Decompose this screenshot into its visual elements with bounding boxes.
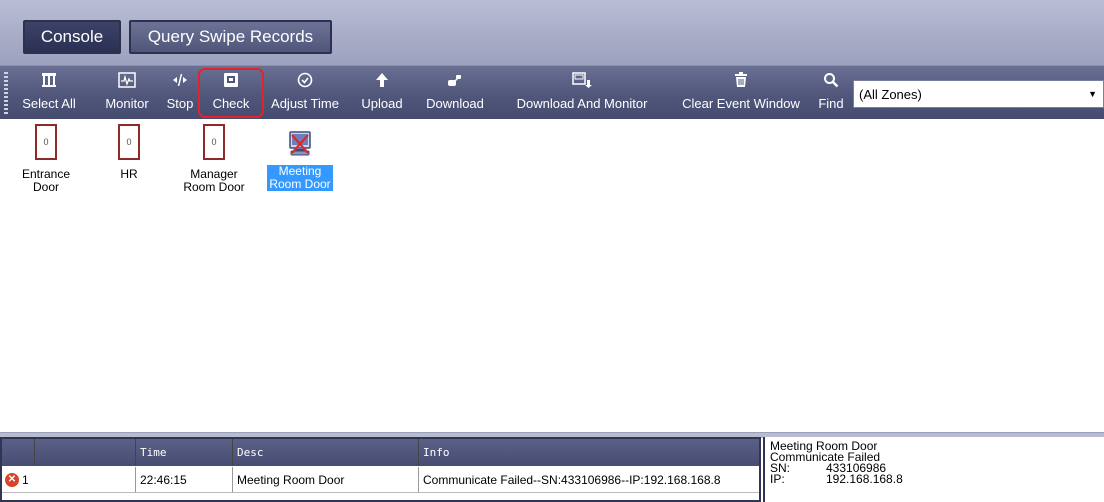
column-header-time[interactable]: Time (136, 439, 233, 466)
tab-query-label: Query Swipe Records (147, 27, 314, 46)
select-all-label: Select All (22, 96, 76, 111)
door-label: Manager Room Door (183, 167, 245, 194)
monitor-icon (118, 66, 136, 94)
upload-label: Upload (361, 96, 403, 111)
column-header-index[interactable] (35, 439, 136, 466)
door-label: HR (120, 167, 138, 181)
check-icon (223, 66, 239, 94)
clear-event-window-button[interactable]: Clear Event Window (670, 66, 812, 120)
stop-button[interactable]: Stop (162, 66, 198, 120)
table-header: Time Desc Info (2, 439, 759, 466)
zone-select[interactable]: (All Zones) ▼ (853, 80, 1104, 108)
door-entrance[interactable]: 0 Entrance Door (20, 124, 72, 194)
clear-event-label: Clear Event Window (682, 96, 800, 111)
event-detail-panel: Meeting Room Door Communicate Failed SN:… (763, 437, 1104, 502)
download-button[interactable]: Download (418, 66, 492, 120)
adjust-time-button[interactable]: Adjust Time (264, 66, 346, 120)
upload-arrow-icon (375, 66, 389, 94)
find-button[interactable]: Find (814, 66, 848, 120)
detail-ip-row: IP: 192.168.168.8 (770, 472, 903, 486)
clock-icon (297, 66, 313, 94)
top-tab-bar: Console Query Swipe Records (0, 0, 1104, 65)
error-icon: ✕ (5, 472, 19, 487)
check-label: Check (212, 96, 250, 111)
upload-button[interactable]: Upload (354, 66, 410, 120)
door-label: Entrance Door (21, 167, 71, 194)
door-icon: 0 (203, 124, 225, 160)
check-button[interactable]: Check (206, 66, 256, 120)
door-hr[interactable]: 0 HR (113, 124, 145, 181)
column-header-desc[interactable]: Desc (233, 439, 419, 466)
table-row[interactable]: ✕ 1 22:46:15 Meeting Room Door Communica… (2, 467, 759, 493)
stop-icon (172, 66, 188, 94)
select-all-button[interactable]: Select All (12, 66, 86, 120)
door-area: 0 EntranceDoor 0 HR 0 ManagerRoom Door (0, 119, 1104, 437)
download-monitor-icon (572, 66, 592, 94)
find-label: Find (818, 96, 844, 111)
disconnected-monitor-icon (285, 129, 315, 159)
column-header-status[interactable] (2, 439, 35, 466)
row-desc-cell: Meeting Room Door (233, 467, 419, 493)
door-meeting-room[interactable]: Meeting Room Door (262, 126, 338, 191)
tab-console-label: Console (40, 27, 104, 46)
monitor-label: Monitor (105, 96, 149, 111)
download-and-monitor-button[interactable]: Download And Monitor (500, 66, 664, 120)
door-icon: 0 (118, 124, 140, 160)
column-header-info[interactable]: Info (419, 439, 759, 466)
door-icon: 0 (35, 124, 57, 160)
tab-query-swipe-records[interactable]: Query Swipe Records (129, 20, 332, 54)
event-table: Time Desc Info ✕ 1 22:46:15 Meeting Room… (0, 437, 761, 502)
adjust-time-label: Adjust Time (271, 96, 339, 111)
detail-sn-row: SN: 433106986 (770, 461, 887, 475)
row-time-cell: 22:46:15 (136, 467, 233, 493)
download-icon (446, 66, 464, 94)
chevron-down-icon: ▼ (1088, 89, 1097, 99)
row-info-cell: Communicate Failed--SN:433106986--IP:192… (419, 467, 759, 493)
stop-label: Stop (166, 96, 194, 111)
zone-select-value: (All Zones) (859, 86, 922, 102)
download-monitor-label: Download And Monitor (516, 96, 648, 111)
toolbar-grip[interactable] (4, 72, 8, 114)
detail-status: Communicate Failed (770, 450, 881, 464)
download-label: Download (426, 96, 484, 111)
door-label: Meeting Room Door (267, 164, 333, 191)
door-manager-room[interactable]: 0 Manager Room Door (178, 124, 250, 194)
trash-icon (734, 66, 748, 94)
select-all-icon (41, 66, 57, 94)
row-index-cell: ✕ 1 (2, 467, 136, 493)
monitor-button[interactable]: Monitor (96, 66, 158, 120)
tab-console[interactable]: Console (23, 20, 121, 54)
search-icon (823, 66, 839, 94)
